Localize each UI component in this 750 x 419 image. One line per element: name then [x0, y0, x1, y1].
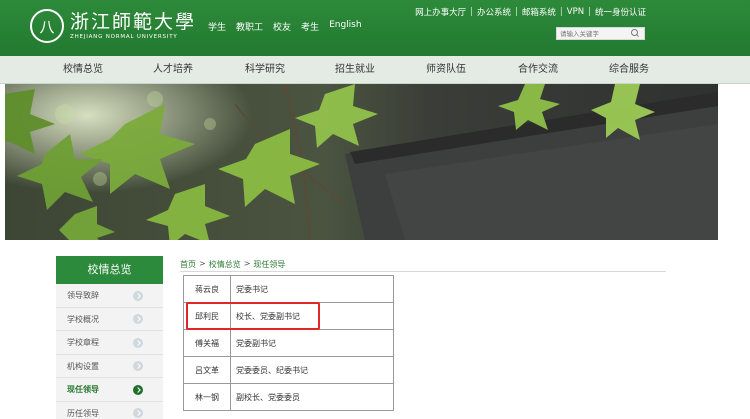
sidebar-item-leader-address[interactable]: 领导致辞 — [56, 284, 163, 308]
main-nav: 校情总览 人才培养 科学研究 招生就业 师资队伍 合作交流 综合服务 — [0, 56, 750, 84]
nav-item-services[interactable]: 综合服务 — [609, 56, 649, 84]
utility-links: 网上办事大厅 | 办公系统 | 邮箱系统 | VPN | 统一身份认证 — [415, 6, 646, 18]
top-nav-alumni[interactable]: 校友 — [273, 20, 291, 33]
university-logo[interactable]: 八 浙江師範大學 ZHEJIANG NORMAL UNIVERSITY — [30, 9, 196, 43]
chevron-right-icon — [133, 290, 143, 301]
nav-item-overview[interactable]: 校情总览 — [63, 56, 103, 84]
search-input[interactable] — [557, 28, 629, 39]
top-nav-students[interactable]: 学生 — [208, 20, 226, 33]
divider: | — [559, 7, 563, 17]
sidebar-item-charter[interactable]: 学校章程 — [56, 331, 163, 355]
breadcrumb-overview[interactable]: 校情总览 — [209, 259, 241, 270]
logo-name-cn: 浙江師範大學 — [70, 11, 197, 33]
divider: | — [470, 7, 474, 17]
chevron-right-icon — [133, 384, 143, 395]
link-mail-system[interactable]: 邮箱系统 — [522, 6, 556, 18]
link-online-service-hall[interactable]: 网上办事大厅 — [415, 6, 466, 18]
leaders-table: 蒋云良 党委书记 邱利民 校长、党委副书记 傅关福 党委副书记 吕文革 党委委员… — [183, 275, 394, 411]
sidebar: 校情总览 领导致辞 学校概况 学校章程 机构设置 现任领导 历任领导 — [56, 256, 163, 419]
sidebar-item-label: 领导致辞 — [67, 291, 99, 300]
top-nav-staff[interactable]: 教职工 — [236, 20, 263, 33]
sidebar-item-label: 学校概况 — [67, 314, 99, 324]
leader-title: 副校长、党委委员 — [230, 383, 394, 411]
table-row: 傅关福 党委副书记 — [183, 329, 394, 357]
nav-item-education[interactable]: 人才培养 — [153, 56, 193, 84]
leader-title: 党委副书记 — [230, 329, 394, 357]
sidebar-item-label: 现任领导 — [67, 385, 99, 394]
highlight-box — [186, 302, 320, 330]
search-box — [556, 27, 645, 40]
link-unified-auth[interactable]: 统一身份认证 — [595, 6, 646, 18]
sidebar-title: 校情总览 — [56, 256, 163, 284]
nav-item-cooperation[interactable]: 合作交流 — [518, 56, 558, 84]
sidebar-item-past-leaders[interactable]: 历任领导 — [56, 402, 163, 419]
leader-title: 党委书记 — [230, 275, 394, 303]
sidebar-item-current-leaders[interactable]: 现任领导 — [56, 378, 163, 402]
site-header: 八 浙江師範大學 ZHEJIANG NORMAL UNIVERSITY 学生 教… — [0, 0, 750, 56]
breadcrumb-separator: > — [243, 259, 251, 268]
table-row: 吕文革 党委委员、纪委书记 — [183, 356, 394, 384]
leader-name: 傅关福 — [183, 329, 231, 357]
breadcrumb-current[interactable]: 现任领导 — [253, 259, 285, 270]
chevron-right-icon — [133, 408, 143, 418]
table-row: 林一钢 副校长、党委委员 — [183, 383, 394, 411]
link-vpn[interactable]: VPN — [567, 7, 584, 17]
nav-item-faculty[interactable]: 师资队伍 — [426, 56, 466, 84]
logo-name-en: ZHEJIANG NORMAL UNIVERSITY — [70, 34, 178, 40]
leader-title: 党委委员、纪委书记 — [230, 356, 394, 384]
breadcrumb-home[interactable]: 首页 — [180, 259, 196, 270]
audience-nav: 学生 教职工 校友 考生 English — [208, 20, 362, 33]
sidebar-item-label: 历任领导 — [67, 408, 99, 418]
breadcrumb-separator: > — [199, 259, 206, 268]
leader-name: 吕文革 — [183, 356, 231, 384]
divider: | — [515, 7, 518, 17]
nav-item-research[interactable]: 科学研究 — [245, 56, 285, 84]
breadcrumb: 首页 > 校情总览 > 现任领导 — [180, 259, 285, 270]
sidebar-item-school-profile[interactable]: 学校概况 — [56, 308, 163, 331]
banner-image — [5, 84, 718, 240]
sidebar-item-label: 学校章程 — [67, 338, 99, 347]
search-icon[interactable] — [629, 28, 641, 39]
divider: | — [588, 7, 591, 17]
breadcrumb-divider — [180, 271, 666, 272]
chevron-right-icon — [133, 337, 143, 348]
table-row: 蒋云良 党委书记 — [183, 275, 394, 303]
top-nav-applicants[interactable]: 考生 — [301, 20, 319, 33]
nav-item-admissions[interactable]: 招生就业 — [335, 56, 375, 84]
sidebar-item-label: 机构设置 — [67, 361, 99, 371]
top-nav-english[interactable]: English — [329, 20, 362, 33]
leader-name: 蒋云良 — [183, 275, 231, 303]
chevron-right-icon — [133, 314, 143, 324]
link-office-system[interactable]: 办公系统 — [477, 6, 511, 18]
leader-name: 林一钢 — [183, 383, 231, 411]
logo-seal-icon: 八 — [30, 9, 64, 43]
sidebar-item-organization[interactable]: 机构设置 — [56, 355, 163, 378]
chevron-right-icon — [133, 361, 143, 371]
leaves-photo — [5, 84, 718, 240]
